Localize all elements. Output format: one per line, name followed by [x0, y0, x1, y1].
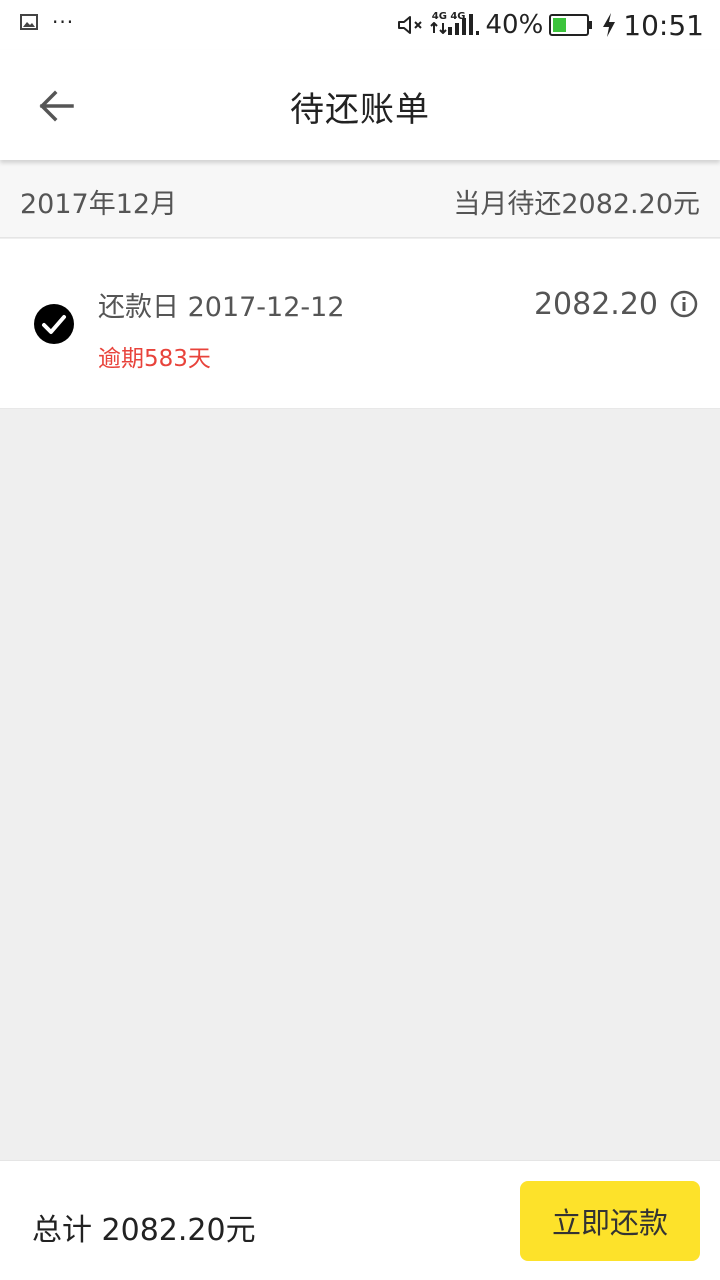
screen: ··· 4G 4G 40% 10:51 待还账单 2017年12月 当月待还20…: [0, 0, 720, 1280]
status-left: ···: [20, 10, 75, 34]
checkbox-checked-icon[interactable]: [34, 304, 74, 344]
bill-amount: 2082.20: [533, 287, 658, 322]
bill-item[interactable]: 还款日 2017-12-12 逾期583天 2082.20: [0, 239, 720, 409]
pay-now-button[interactable]: 立即还款: [520, 1181, 700, 1261]
page-title: 待还账单: [290, 90, 430, 130]
image-icon: [20, 14, 38, 30]
signal-icon: [446, 13, 480, 37]
month-header: 2017年12月 当月待还2082.20元: [0, 160, 720, 238]
more-dots-icon: ···: [52, 10, 75, 34]
bottom-bar: 总计 2082.20元 立即还款: [0, 1160, 720, 1280]
total-amount: 总计 2082.20元: [32, 1213, 256, 1248]
battery-icon: [549, 13, 593, 37]
battery-percent: 40%: [485, 10, 544, 40]
due-date: 还款日 2017-12-12: [98, 292, 345, 323]
charging-icon: [601, 12, 617, 38]
clock: 10:51: [623, 8, 704, 42]
mute-icon: [396, 13, 426, 37]
status-right: 4G 4G 40% 10:51: [396, 8, 704, 42]
info-icon[interactable]: [670, 290, 698, 318]
app-bar: 待还账单: [0, 50, 720, 160]
month-label: 2017年12月: [20, 189, 178, 220]
overdue-status: 逾期583天: [98, 346, 211, 372]
month-due-amount: 当月待还2082.20元: [453, 189, 700, 220]
status-bar: ··· 4G 4G 40% 10:51: [0, 0, 720, 50]
